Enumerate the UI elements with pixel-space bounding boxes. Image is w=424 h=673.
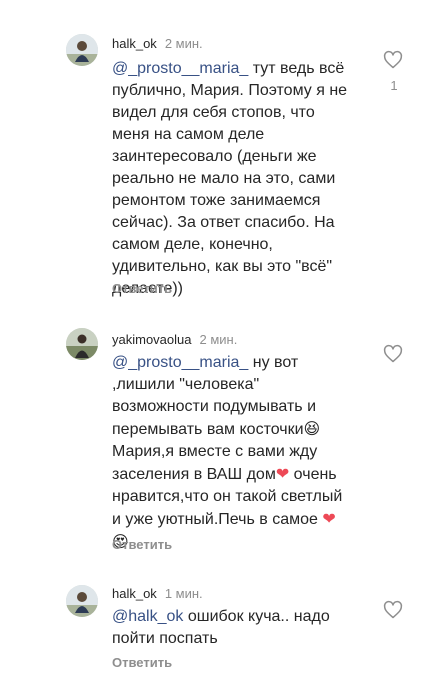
like-count: 1: [390, 78, 398, 93]
reply-button[interactable]: Ответить: [112, 537, 172, 553]
mention-link[interactable]: @_prosto__maria_: [112, 60, 248, 77]
comment-text: @_prosto__maria_ тут ведь всё публично, …: [112, 58, 352, 300]
comment-time: 2 мин.: [199, 332, 238, 347]
comment-text: @_prosto__maria_ ну вот ,лишили "человек…: [112, 352, 352, 554]
heart-outline-icon[interactable]: [383, 50, 403, 70]
red-heart-icon: ❤: [275, 464, 290, 483]
mention-link[interactable]: @_prosto__maria_: [112, 354, 248, 371]
comment-meta: halk_ok 1 мин.: [112, 586, 203, 602]
red-heart-icon: ❤: [322, 509, 336, 528]
comment-meta: halk_ok 2 мин.: [112, 36, 203, 52]
comment-meta: yakimovaolua 2 мин.: [112, 332, 237, 348]
comment-time: 2 мин.: [164, 36, 203, 51]
avatar[interactable]: [66, 328, 98, 360]
reply-button[interactable]: Ответить: [112, 655, 172, 671]
comment-username[interactable]: halk_ok: [112, 586, 157, 601]
laughing-emoji-icon: 😆: [303, 419, 321, 438]
reply-button[interactable]: Ответить: [112, 281, 172, 297]
heart-outline-icon[interactable]: [383, 344, 403, 364]
comment-body: тут ведь всё публично, Мария. Поэтому я …: [112, 60, 352, 297]
comment-username[interactable]: yakimovaolua: [112, 332, 192, 347]
avatar[interactable]: [66, 585, 98, 617]
comment-time: 1 мин.: [164, 586, 203, 601]
comment-text: @halk_ok ошибок куча.. надо пойти поспат…: [112, 606, 352, 650]
mention-link[interactable]: @halk_ok: [112, 608, 183, 625]
heart-outline-icon[interactable]: [383, 600, 403, 620]
avatar[interactable]: [66, 34, 98, 66]
comment-username[interactable]: halk_ok: [112, 36, 157, 51]
